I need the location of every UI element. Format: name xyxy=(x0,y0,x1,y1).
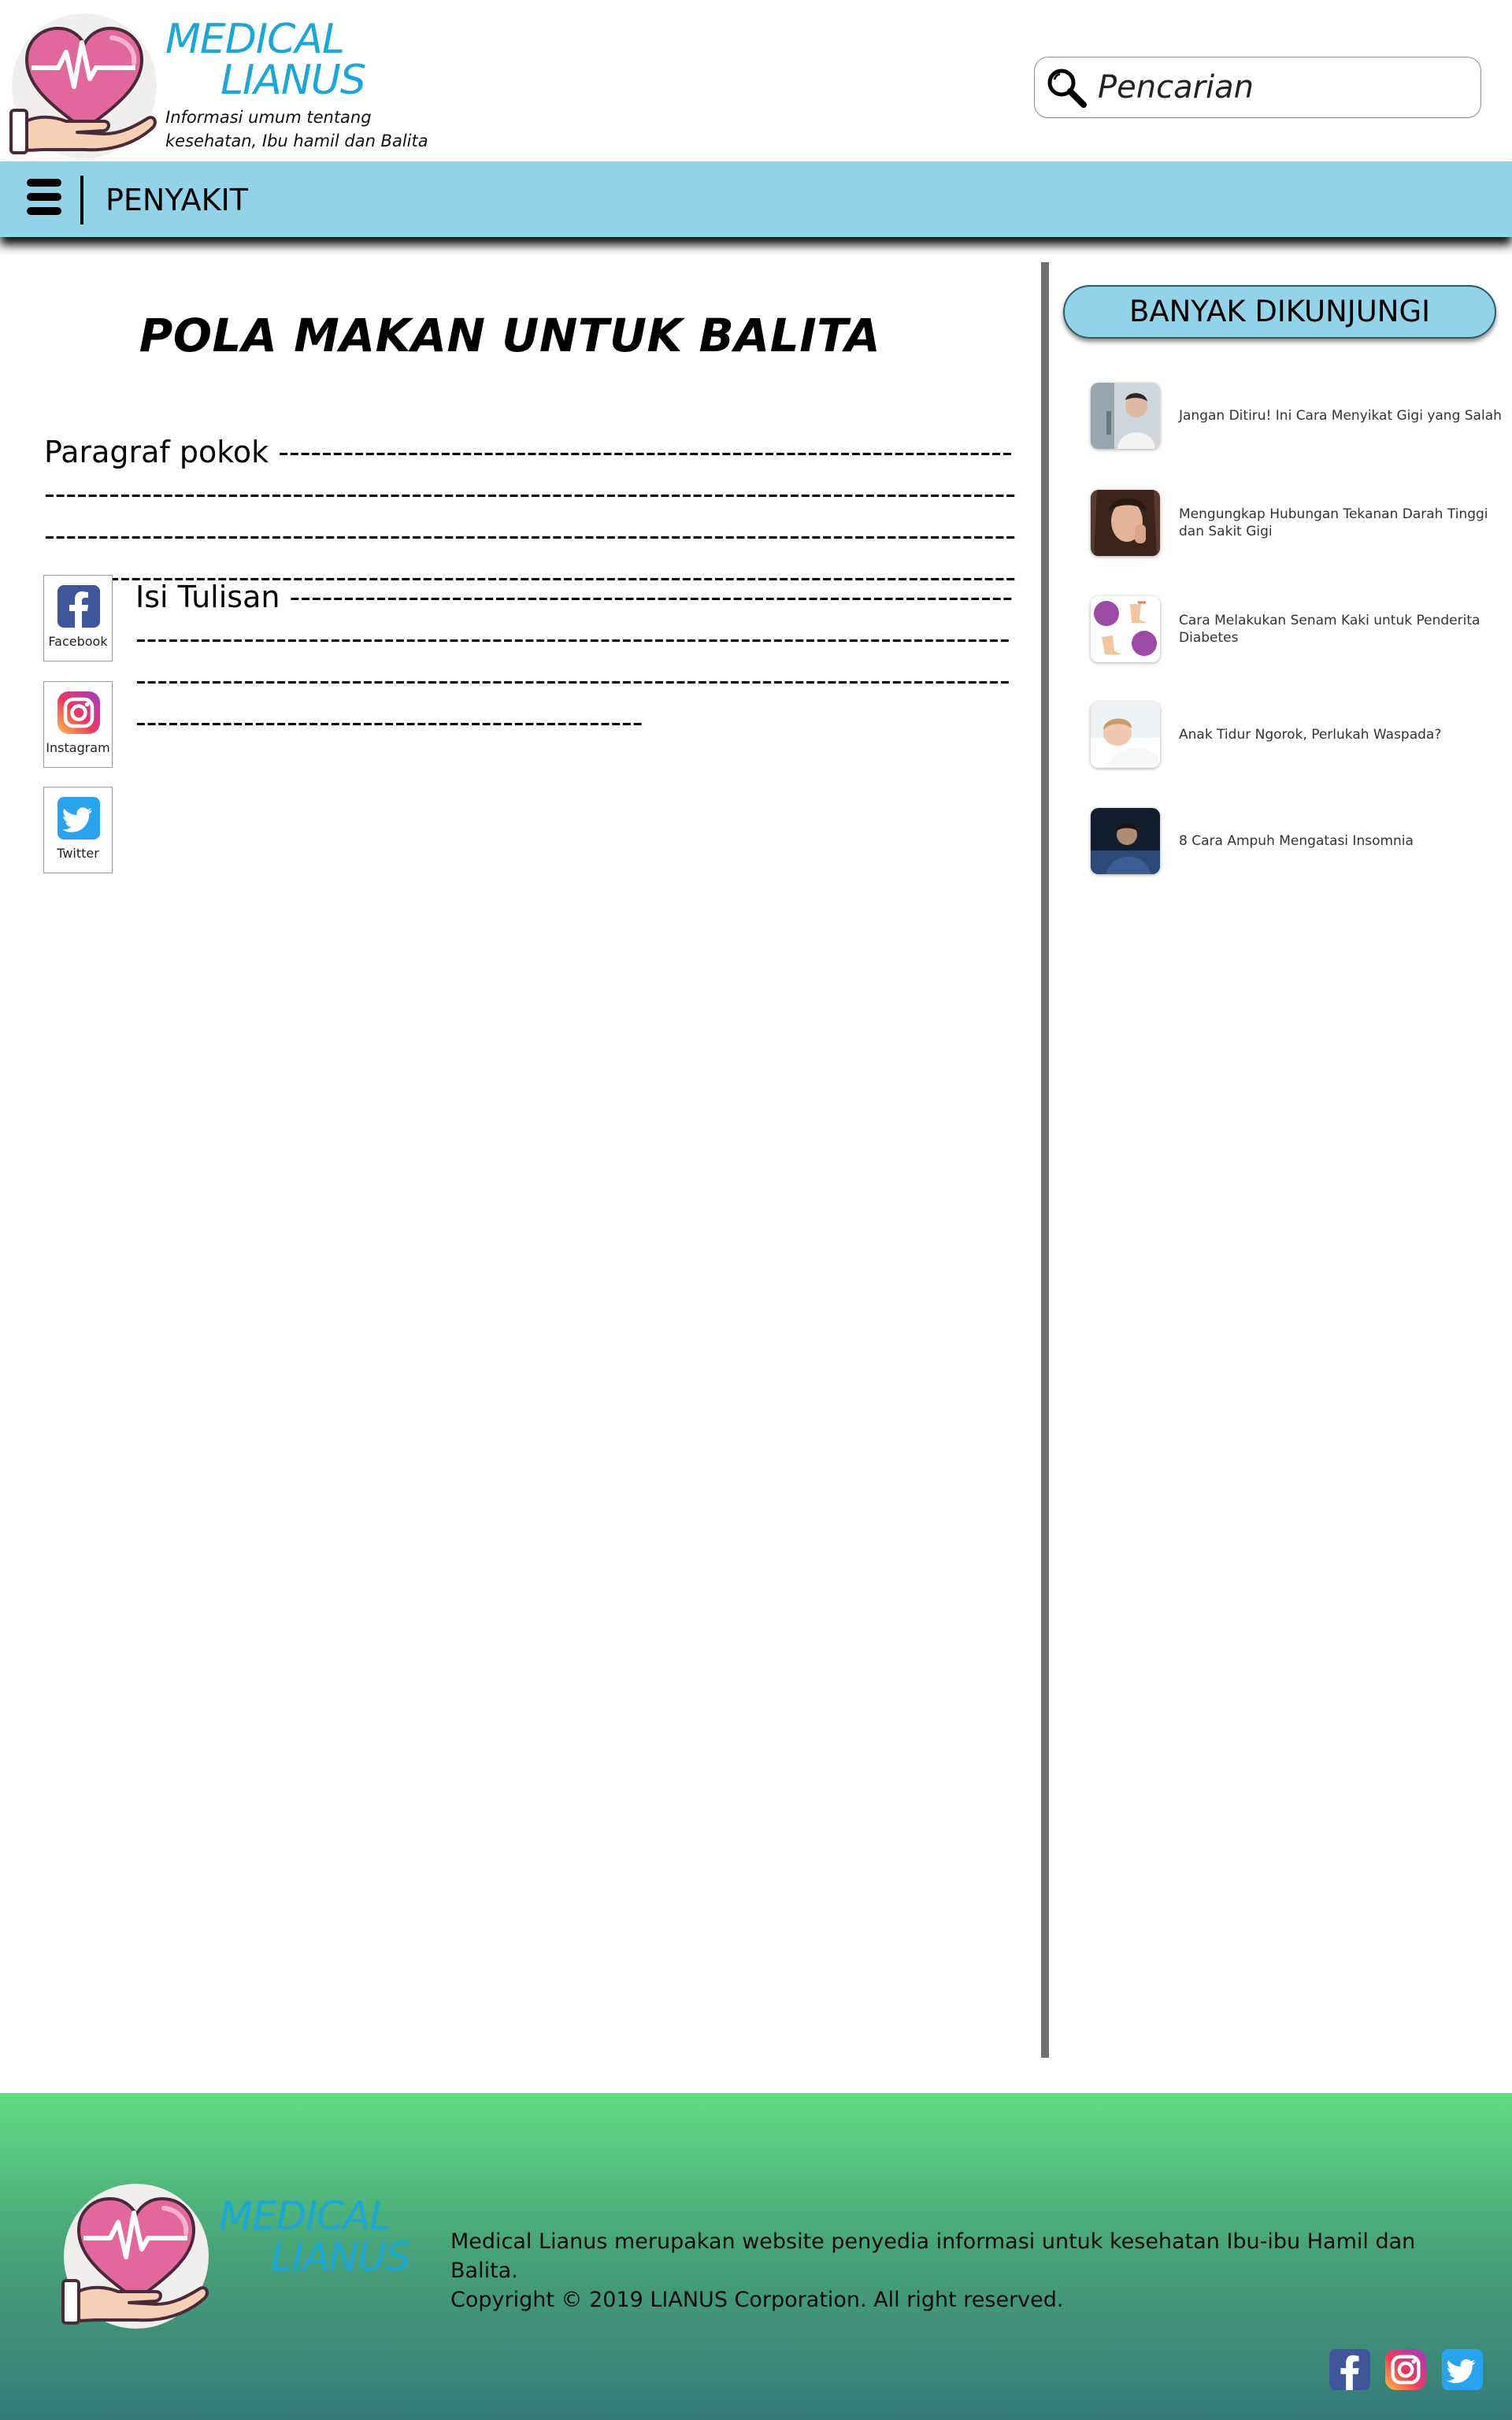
nav-divider xyxy=(80,176,83,224)
search-box[interactable] xyxy=(1034,57,1481,118)
popular-item-title[interactable]: Mengungkap Hubungan Tekanan Darah Tinggi… xyxy=(1179,490,1502,556)
footer-brand-title: MEDICAL LIANUS xyxy=(219,2193,411,2280)
share-twitter-label: Twitter xyxy=(57,846,99,861)
hamburger-menu-icon[interactable] xyxy=(27,179,61,220)
popular-item-title[interactable]: Jangan Ditiru! Ini Cara Menyikat Gigi ya… xyxy=(1179,383,1502,449)
brand-title-line2: LIANUS xyxy=(220,57,366,104)
footer-about-text: Medical Lianus merupakan website penyedi… xyxy=(450,2229,1416,2283)
instagram-icon xyxy=(57,691,100,734)
page-title: POLA MAKAN UNTUK BALITA xyxy=(139,309,881,362)
search-input[interactable] xyxy=(1098,64,1468,111)
popular-thumbnail[interactable] xyxy=(1091,490,1160,556)
sidebar-heading: BANYAK DIKUNJUNGI xyxy=(1063,285,1496,339)
popular-item[interactable]: 8 Cara Ampuh Mengatasi Insomnia xyxy=(1091,808,1500,876)
popular-item[interactable]: Jangan Ditiru! Ini Cara Menyikat Gigi ya… xyxy=(1091,383,1502,450)
paragraph-label: Paragraf pokok xyxy=(44,435,269,469)
popular-thumbnail[interactable] xyxy=(1091,383,1160,449)
twitter-icon xyxy=(57,797,100,839)
share-facebook-label: Facebook xyxy=(48,634,108,649)
content-sidebar-divider xyxy=(1041,262,1049,2058)
footer-description: Medical Lianus merupakan website penyedi… xyxy=(450,2227,1474,2314)
brand-title-line1: MEDICAL xyxy=(165,16,345,63)
popular-thumbnail[interactable] xyxy=(1091,596,1160,662)
popular-item-title[interactable]: Anak Tidur Ngorok, Perlukah Waspada? xyxy=(1179,702,1502,768)
footer-copyright: Copyright © 2019 LIANUS Corporation. All… xyxy=(450,2288,1064,2312)
content-label: Isi Tulisan xyxy=(135,580,280,614)
site-header: MEDICAL LIANUS Informasi umum tentang ke… xyxy=(0,0,1512,161)
category-navbar: PENYAKIT xyxy=(0,161,1512,237)
facebook-icon xyxy=(57,585,100,628)
search-icon[interactable] xyxy=(1044,65,1090,111)
share-twitter-button[interactable]: Twitter xyxy=(43,787,113,873)
footer-heart-hand-logo-icon[interactable] xyxy=(61,2181,211,2331)
popular-item[interactable]: Cara Melakukan Senam Kaki untuk Penderit… xyxy=(1091,596,1500,664)
site-footer: MEDICAL LIANUS Medical Lianus merupakan … xyxy=(0,2093,1512,2420)
popular-thumbnail[interactable] xyxy=(1091,702,1160,768)
popular-item[interactable]: Anak Tidur Ngorok, Perlukah Waspada? xyxy=(1091,702,1500,769)
footer-twitter-icon[interactable] xyxy=(1442,2349,1483,2390)
popular-item-title[interactable]: 8 Cara Ampuh Mengatasi Insomnia xyxy=(1179,808,1502,874)
footer-instagram-icon[interactable] xyxy=(1385,2349,1426,2390)
popular-item[interactable]: Mengungkap Hubungan Tekanan Darah Tinggi… xyxy=(1091,490,1500,558)
share-instagram-button[interactable]: Instagram xyxy=(43,681,113,768)
popular-thumbnail[interactable] xyxy=(1091,808,1160,874)
brand-title[interactable]: MEDICAL LIANUS xyxy=(165,16,366,104)
article-main-paragraph: Paragraf pokok -------------------------… xyxy=(44,432,1021,599)
brand-tagline: Informasi umum tentang kesehatan, Ibu ha… xyxy=(165,108,428,150)
heart-hand-logo-icon[interactable] xyxy=(9,11,159,161)
share-facebook-button[interactable]: Facebook xyxy=(43,575,113,662)
footer-brand-line2: LIANUS xyxy=(271,2234,411,2280)
nav-category-penyakit[interactable]: PENYAKIT xyxy=(106,182,248,218)
share-instagram-label: Instagram xyxy=(46,740,110,755)
footer-brand-line1: MEDICAL xyxy=(219,2193,391,2239)
article-body: Isi Tulisan ----------------------------… xyxy=(135,576,1021,743)
popular-item-title[interactable]: Cara Melakukan Senam Kaki untuk Penderit… xyxy=(1179,596,1502,662)
footer-facebook-icon[interactable] xyxy=(1329,2349,1370,2390)
